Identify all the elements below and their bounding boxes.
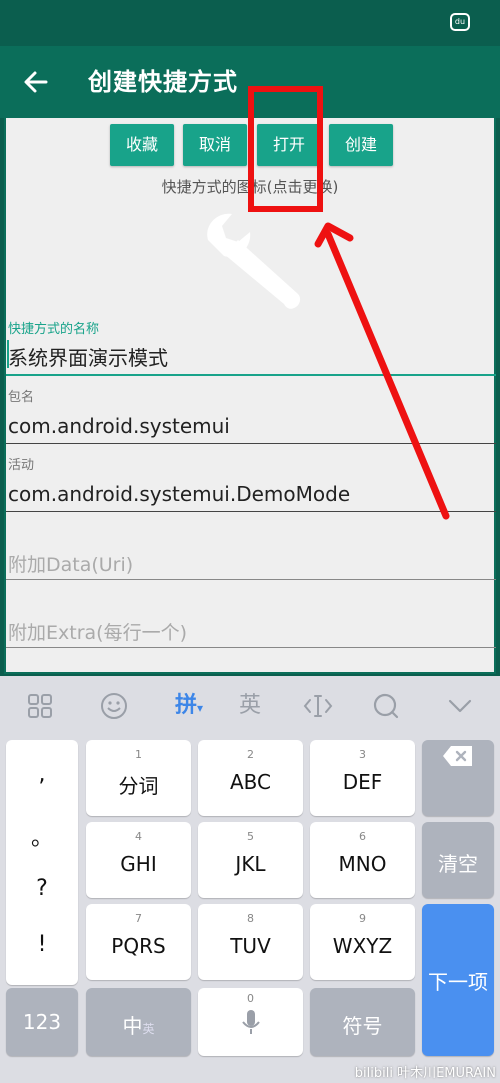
watermark: bilibili 叶木川EMURAIN [354, 1066, 496, 1081]
package-label: 包名 [8, 390, 35, 405]
shortcut-icon-button[interactable] [194, 206, 314, 316]
smiley-icon[interactable] [94, 688, 134, 724]
backspace-icon [443, 746, 472, 766]
punctuation-key[interactable]: ! [6, 932, 78, 957]
key-2[interactable]: 2 ABC [198, 740, 303, 816]
data-uri-underline [6, 579, 496, 580]
key-9[interactable]: 9 WXYZ [310, 904, 415, 980]
punctuation-key[interactable]: , [6, 762, 78, 787]
package-underline [6, 443, 496, 444]
space-key[interactable]: 0 [198, 988, 303, 1056]
activity-input[interactable]: com.android.systemui.DemoMode [8, 482, 350, 506]
create-button[interactable]: 创建 [329, 124, 393, 166]
chevron-down-icon[interactable] [440, 688, 480, 724]
open-button[interactable]: 打开 [257, 124, 321, 166]
back-button[interactable] [18, 64, 54, 100]
search-icon[interactable] [366, 688, 406, 724]
cancel-button[interactable]: 取消 [183, 124, 247, 166]
soft-keyboard: 拼▾ 英 , 。 ? ! 1 分词 2 ABC 3 DEF 4 GHI 5 JKL 6 MN… [0, 676, 500, 1083]
key-1[interactable]: 1 分词 [86, 740, 191, 816]
status-bar: du [0, 0, 500, 46]
data-uri-input[interactable]: 附加Data(Uri) [8, 550, 133, 577]
icon-hint: 快捷方式的图标(点击更换) [161, 178, 339, 196]
key-7[interactable]: 7 PQRS [86, 904, 191, 980]
symbol-button[interactable]: 符号 [310, 988, 415, 1056]
name-label: 快捷方式的名称 [8, 322, 100, 337]
app-bar: 创建快捷方式 [0, 46, 500, 118]
key-8[interactable]: 8 TUV [198, 904, 303, 980]
page-title: 创建快捷方式 [88, 68, 238, 96]
microphone-icon [241, 1010, 260, 1034]
key-3[interactable]: 3 DEF [310, 740, 415, 816]
grid-icon[interactable] [20, 688, 60, 724]
extra-input[interactable]: 附加Extra(每行一个) [8, 618, 187, 645]
english-mode-button[interactable]: 英 [230, 688, 270, 724]
numeric-mode-button[interactable]: 123 [6, 988, 78, 1056]
language-toggle-button[interactable]: 中英 [86, 988, 191, 1056]
key-6[interactable]: 6 MNO [310, 822, 415, 898]
name-input[interactable]: 系统界面演示模式 [8, 342, 168, 371]
shortcut-form: 收藏 取消 打开 创建 快捷方式的图标(点击更换) 快捷方式的名称 系统界面演示… [4, 118, 496, 674]
name-underline [6, 374, 496, 376]
punctuation-key[interactable]: 。 [6, 820, 78, 852]
activity-underline [6, 511, 496, 512]
package-input[interactable]: com.android.systemui [8, 414, 230, 438]
next-button[interactable]: 下一项 [422, 904, 494, 1056]
arrow-left-icon [24, 71, 48, 93]
key-5[interactable]: 5 JKL [198, 822, 303, 898]
activity-label: 活动 [8, 458, 35, 473]
keyboard-toolbar: 拼▾ 英 [0, 676, 500, 736]
key-4[interactable]: 4 GHI [86, 822, 191, 898]
punctuation-key[interactable]: ? [6, 876, 78, 901]
extra-underline [6, 647, 496, 648]
backspace-button[interactable] [422, 740, 494, 816]
pinyin-mode-button[interactable]: 拼▾ [166, 688, 212, 724]
favorite-button[interactable]: 收藏 [110, 124, 174, 166]
clear-button[interactable]: 清空 [422, 822, 494, 898]
du-icon: du [450, 13, 470, 31]
text-cursor-icon[interactable] [298, 688, 338, 724]
wrench-icon [207, 213, 301, 309]
punctuation-column[interactable]: , 。 ? ! [6, 740, 78, 985]
